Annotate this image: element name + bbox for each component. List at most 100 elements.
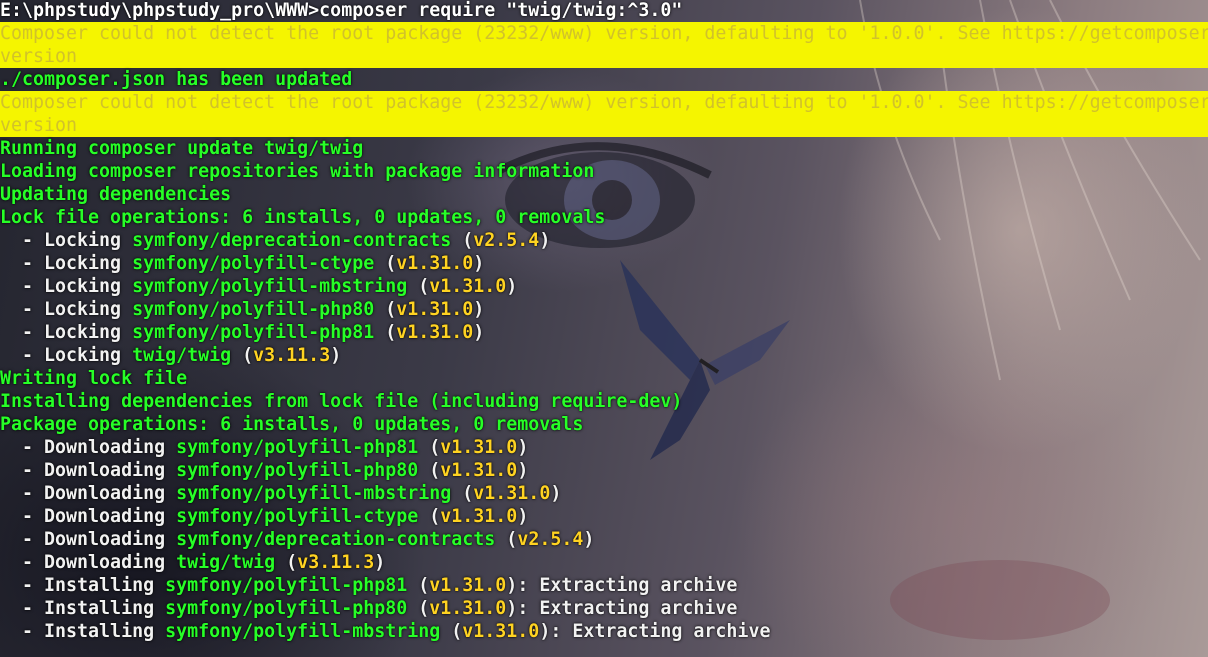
- paren-close: ): [473, 299, 485, 320]
- status-line: Loading composer repositories with packa…: [0, 161, 595, 182]
- package-name: symfony/polyfill-php81: [165, 575, 408, 596]
- locking-line: - Locking symfony/polyfill-php81 (v1.31.…: [0, 321, 1208, 344]
- installing-line: - Installing symfony/polyfill-php81 (v1.…: [0, 574, 1208, 597]
- action-label: - Downloading: [0, 483, 177, 504]
- paren-open: (: [231, 345, 254, 366]
- version-label: v1.31.0: [429, 598, 507, 619]
- installing-line: - Installing symfony/polyfill-mbstring (…: [0, 620, 1208, 643]
- version-label: v2.5.4: [473, 230, 540, 251]
- version-label: v1.31.0: [396, 299, 474, 320]
- status-line: Writing lock file: [0, 368, 188, 389]
- action-label: - Downloading: [0, 506, 177, 527]
- paren-open: (: [407, 575, 430, 596]
- locking-line: - Locking symfony/deprecation-contracts …: [0, 229, 1208, 252]
- package-name: symfony/polyfill-php80: [176, 460, 419, 481]
- package-name: symfony/deprecation-contracts: [132, 230, 452, 251]
- paren-close: ): [517, 506, 529, 527]
- status-line: Installing dependencies from lock file (…: [0, 391, 683, 412]
- paren-close: ): [583, 529, 595, 550]
- action-label: - Locking: [0, 230, 133, 251]
- version-label: v1.31.0: [462, 621, 540, 642]
- paren-close: ): [473, 253, 485, 274]
- package-name: symfony/polyfill-php81: [132, 322, 375, 343]
- action-label: - Installing: [0, 575, 166, 596]
- paren-close: ): [506, 598, 518, 619]
- package-name: symfony/polyfill-mbstring: [165, 621, 441, 642]
- action-label: - Installing: [0, 621, 166, 642]
- action-label: - Locking: [0, 276, 133, 297]
- extract-status: : Extracting archive: [517, 598, 738, 619]
- version-label: v3.11.3: [253, 345, 331, 366]
- paren-close: ): [374, 552, 386, 573]
- paren-close: ): [517, 437, 529, 458]
- paren-open: (: [451, 483, 474, 504]
- paren-open: (: [407, 276, 430, 297]
- warning-line: version: [0, 114, 1208, 137]
- paren-open: (: [451, 230, 474, 251]
- paren-close: ): [517, 460, 529, 481]
- extract-status: : Extracting archive: [517, 575, 738, 596]
- action-label: - Locking: [0, 345, 133, 366]
- downloading-line: - Downloading symfony/deprecation-contra…: [0, 528, 1208, 551]
- paren-open: (: [418, 437, 441, 458]
- paren-open: (: [407, 598, 430, 619]
- downloading-line: - Downloading symfony/polyfill-php81 (v1…: [0, 436, 1208, 459]
- downloading-line: - Downloading twig/twig (v3.11.3): [0, 551, 1208, 574]
- downloading-line: - Downloading symfony/polyfill-ctype (v1…: [0, 505, 1208, 528]
- paren-close: ): [330, 345, 342, 366]
- version-label: v1.31.0: [473, 483, 551, 504]
- warning-line: version: [0, 45, 1208, 68]
- downloading-line: - Downloading symfony/polyfill-php80 (v1…: [0, 459, 1208, 482]
- paren-close: ): [506, 276, 518, 297]
- package-name: twig/twig: [132, 345, 232, 366]
- paren-close: ): [539, 230, 551, 251]
- version-label: v1.31.0: [429, 575, 507, 596]
- package-name: symfony/polyfill-php81: [176, 437, 419, 458]
- package-name: symfony/polyfill-mbstring: [176, 483, 452, 504]
- locking-line: - Locking symfony/polyfill-mbstring (v1.…: [0, 275, 1208, 298]
- package-name: symfony/polyfill-ctype: [132, 253, 375, 274]
- version-label: v1.31.0: [440, 460, 518, 481]
- action-label: - Locking: [0, 322, 133, 343]
- package-name: symfony/polyfill-mbstring: [132, 276, 408, 297]
- version-label: v1.31.0: [440, 506, 518, 527]
- paren-close: ): [506, 575, 518, 596]
- action-label: - Installing: [0, 598, 166, 619]
- paren-open: (: [418, 460, 441, 481]
- version-label: v1.31.0: [396, 322, 474, 343]
- paren-close: ): [550, 483, 562, 504]
- package-name: symfony/deprecation-contracts: [176, 529, 496, 550]
- version-label: v1.31.0: [429, 276, 507, 297]
- downloading-line: - Downloading symfony/polyfill-mbstring …: [0, 482, 1208, 505]
- paren-open: (: [374, 299, 397, 320]
- version-label: v1.31.0: [440, 437, 518, 458]
- command-prompt-line: E:\phpstudy\phpstudy_pro\WWW>composer re…: [0, 0, 683, 21]
- paren-open: (: [374, 253, 397, 274]
- terminal-window[interactable]: E:\phpstudy\phpstudy_pro\WWW>composer re…: [0, 0, 1208, 657]
- action-label: - Downloading: [0, 437, 177, 458]
- action-label: - Downloading: [0, 460, 177, 481]
- locking-line: - Locking twig/twig (v3.11.3): [0, 344, 1208, 367]
- paren-open: (: [418, 506, 441, 527]
- composer-json-updated-line: ./composer.json has been updated: [0, 69, 353, 90]
- status-line: Updating dependencies: [0, 184, 232, 205]
- package-name: symfony/polyfill-php80: [165, 598, 408, 619]
- locking-line: - Locking symfony/polyfill-ctype (v1.31.…: [0, 252, 1208, 275]
- paren-open: (: [440, 621, 463, 642]
- installing-line: - Installing symfony/polyfill-php80 (v1.…: [0, 597, 1208, 620]
- package-name: symfony/polyfill-ctype: [176, 506, 419, 527]
- paren-close: ): [473, 322, 485, 343]
- version-label: v2.5.4: [517, 529, 584, 550]
- paren-open: (: [495, 529, 518, 550]
- version-label: v1.31.0: [396, 253, 474, 274]
- paren-close: ): [539, 621, 551, 642]
- paren-open: (: [275, 552, 298, 573]
- status-line: Running composer update twig/twig: [0, 138, 364, 159]
- package-name: twig/twig: [176, 552, 276, 573]
- paren-open: (: [374, 322, 397, 343]
- warning-line: Composer could not detect the root packa…: [0, 91, 1208, 114]
- terminal-output[interactable]: E:\phpstudy\phpstudy_pro\WWW>composer re…: [0, 0, 1208, 643]
- locking-line: - Locking symfony/polyfill-php80 (v1.31.…: [0, 298, 1208, 321]
- version-label: v3.11.3: [297, 552, 375, 573]
- package-name: symfony/polyfill-php80: [132, 299, 375, 320]
